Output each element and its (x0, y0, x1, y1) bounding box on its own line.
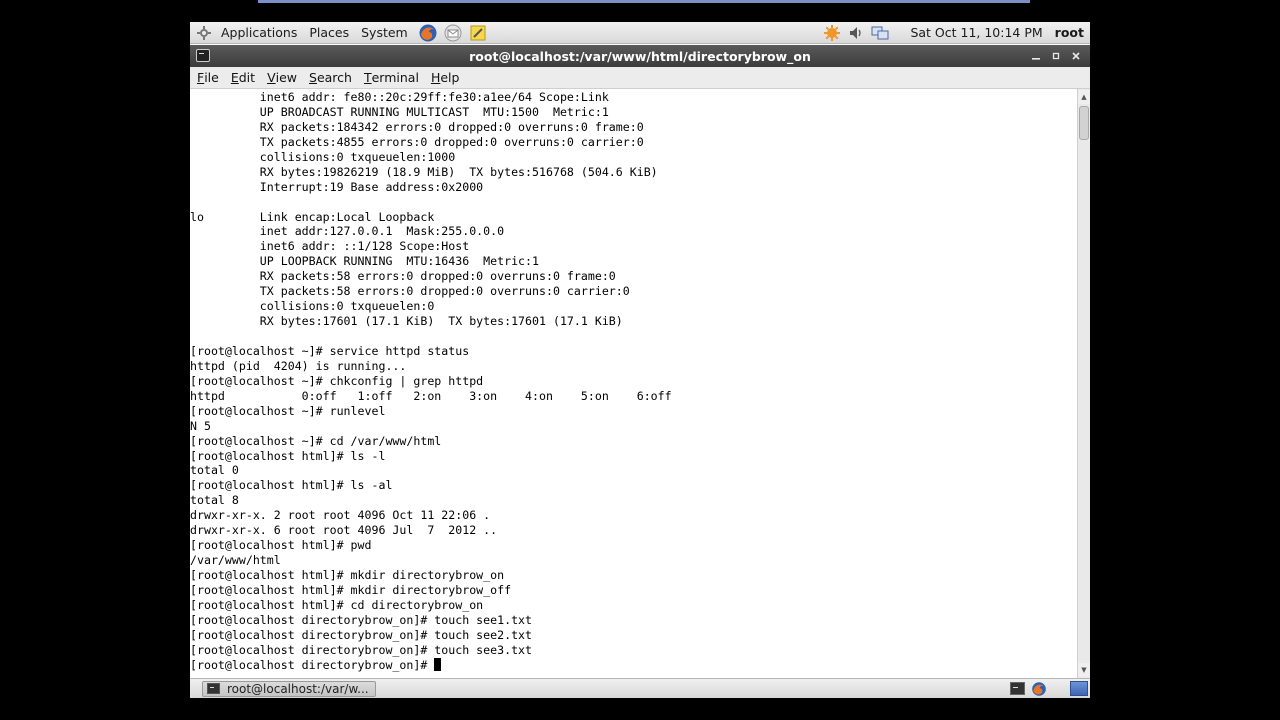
taskbar-terminal-icon[interactable] (1008, 681, 1026, 697)
terminal-line: drwxr-xr-x. 2 root root 4096 Oct 11 22:0… (190, 508, 491, 523)
terminal-line: RX bytes:17601 (17.1 KiB) TX bytes:17601… (190, 314, 623, 329)
terminal-line: UP LOOPBACK RUNNING MTU:16436 Metric:1 (190, 254, 540, 269)
terminal-line: [root@localhost html]# ls -al (190, 478, 393, 493)
taskbar-terminal-label: root@localhost:/var/w... (227, 681, 369, 696)
menu-label-rest: ile (204, 70, 219, 85)
terminal-icon (207, 683, 220, 694)
updates-icon[interactable] (822, 22, 842, 44)
terminal-scrollbar[interactable]: ▲ ▼ (1077, 89, 1090, 678)
user-name[interactable]: root (1055, 25, 1090, 40)
minimize-button[interactable] (1026, 46, 1046, 66)
terminal-line: collisions:0 txqueuelen:0 (190, 299, 435, 314)
menu-help[interactable]: Help (425, 67, 466, 89)
menu-mnemonic: F (197, 70, 205, 85)
top-accent-bar (258, 0, 1030, 3)
workspace-switcher[interactable] (1070, 681, 1088, 696)
terminal-line: RX bytes:19826219 (18.9 MiB) TX bytes:51… (190, 164, 658, 179)
menu-mnemonic: T (363, 70, 372, 85)
terminal-line: [root@localhost html]# mkdir directorybr… (190, 582, 512, 597)
window-titlebar[interactable]: root@localhost:/var/www/html/directorybr… (190, 45, 1090, 67)
evolution-icon[interactable] (442, 22, 464, 44)
terminal-cursor (434, 657, 442, 671)
terminal-line: Interrupt:19 Base address:0x2000 (190, 179, 484, 194)
terminal-line: httpd 0:off 1:off 2:on 3:on 4:on 5:on 6:… (190, 388, 672, 403)
terminal-line: [root@localhost directorybrow_on]# (190, 657, 1077, 673)
terminal-lines: inet6 addr: fe80::20c:29ff:fe30:a1ee/64 … (190, 89, 1077, 673)
menu-mnemonic: V (267, 70, 276, 85)
terminal-line: [root@localhost html]# ls -l (190, 448, 386, 463)
menu-terminal[interactable]: Terminal (358, 67, 425, 89)
terminal-line: [root@localhost ~]# runlevel (190, 403, 386, 418)
menu-view[interactable]: View (261, 67, 303, 89)
terminal-menubar: File Edit View Search Terminal Help (190, 67, 1090, 89)
terminal-line: inet6 addr: ::1/128 Scope:Host (190, 239, 470, 254)
terminal-line: drwxr-xr-x. 6 root root 4096 Jul 7 2012 … (190, 523, 498, 538)
scroll-down-arrow-icon[interactable]: ▼ (1078, 663, 1090, 677)
window-title: root@localhost:/var/www/html/directorybr… (469, 48, 811, 64)
maximize-button[interactable] (1046, 46, 1066, 66)
terminal-output[interactable]: inet6 addr: fe80::20c:29ff:fe30:a1ee/64 … (190, 89, 1077, 678)
firefox-icon[interactable] (417, 22, 439, 44)
terminal-line: collisions:0 txqueuelen:1000 (190, 149, 456, 164)
terminal-line: [root@localhost directorybrow_on]# touch… (190, 642, 533, 657)
terminal-line: UP BROADCAST RUNNING MULTICAST MTU:1500 … (190, 104, 609, 119)
menu-label-rest: erminal (371, 70, 419, 85)
taskbar-firefox-icon[interactable] (1030, 681, 1048, 697)
terminal-line: lo Link encap:Local Loopback (190, 209, 435, 224)
menu-label-rest: iew (275, 70, 298, 85)
menu-mnemonic: S (309, 70, 317, 85)
top-panel: Applications Places System Sat Oct 11, 1… (190, 22, 1090, 44)
network-icon[interactable] (870, 22, 890, 44)
applications-menu[interactable]: Applications (215, 22, 303, 44)
terminal-line: [root@localhost html]# cd directorybrow_… (190, 597, 484, 612)
clock[interactable]: Sat Oct 11, 10:14 PM (890, 25, 1054, 40)
terminal-line: TX packets:58 errors:0 dropped:0 overrun… (190, 284, 630, 299)
menu-edit[interactable]: Edit (225, 67, 261, 89)
menu-label-rest: elp (440, 70, 460, 85)
scroll-up-arrow-icon[interactable]: ▲ (1078, 90, 1090, 104)
menu-mnemonic: E (230, 70, 239, 85)
terminal-line: [root@localhost ~]# chkconfig | grep htt… (190, 373, 484, 388)
terminal-line: [root@localhost html]# mkdir directorybr… (190, 568, 505, 582)
window-controls (1026, 45, 1086, 67)
terminal-line: httpd (pid 4204) is running... (190, 358, 407, 373)
terminal-line: [root@localhost ~]# cd /var/www/html (190, 433, 442, 448)
gnome-foot-icon (193, 22, 215, 44)
notes-icon[interactable] (467, 22, 489, 44)
terminal-line: TX packets:4855 errors:0 dropped:0 overr… (190, 134, 644, 149)
system-menu[interactable]: System (355, 22, 414, 44)
terminal-line: RX packets:184342 errors:0 dropped:0 ove… (190, 119, 644, 134)
terminal-line: inet addr:127.0.0.1 Mask:255.0.0.0 (190, 224, 505, 239)
terminal-line: N 5 (190, 418, 211, 433)
terminal-line: RX packets:58 errors:0 dropped:0 overrun… (190, 269, 616, 284)
terminal-line: [root@localhost html]# pwd (190, 538, 372, 553)
terminal-line: /var/www/html (190, 553, 281, 568)
terminal-line: [root@localhost directorybrow_on]# touch… (190, 627, 533, 642)
menu-label-rest: earch (316, 70, 352, 85)
terminal-line: [root@localhost ~]# service httpd status (190, 343, 470, 358)
terminal-line: [root@localhost directorybrow_on]# touch… (190, 612, 533, 627)
menu-file[interactable]: File (190, 67, 225, 89)
places-menu[interactable]: Places (303, 22, 355, 44)
taskbar-terminal-button[interactable]: root@localhost:/var/w... (202, 680, 376, 697)
scrollbar-thumb[interactable] (1079, 106, 1089, 140)
menu-mnemonic: H (430, 70, 441, 85)
bottom-panel-right (1004, 679, 1090, 699)
menu-label-rest: dit (238, 70, 256, 85)
close-button[interactable] (1066, 46, 1086, 66)
terminal-line: inet6 addr: fe80::20c:29ff:fe30:a1ee/64 … (190, 90, 609, 104)
volume-icon[interactable] (846, 22, 866, 44)
menu-search[interactable]: Search (303, 67, 358, 89)
terminal-line: total 0 (190, 463, 239, 478)
terminal-line: total 8 (190, 493, 239, 508)
bottom-panel: root@localhost:/var/w... (190, 678, 1090, 698)
top-panel-right: Sat Oct 11, 10:14 PM root (818, 22, 1090, 44)
desktop-screen: Applications Places System Sat Oct 11, 1… (190, 22, 1090, 698)
